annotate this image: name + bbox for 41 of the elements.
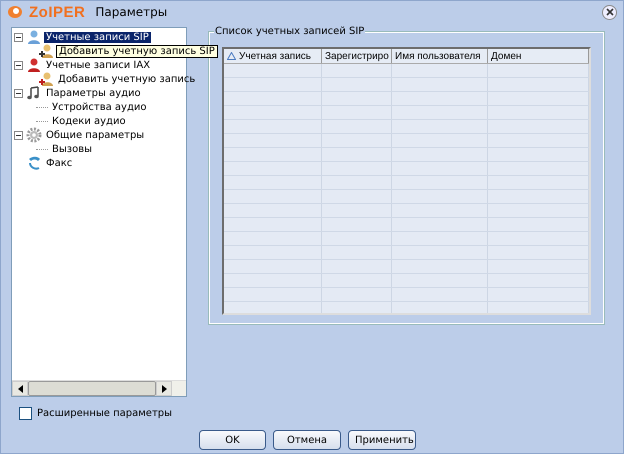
tree-item[interactable]: Общие параметры: [44, 130, 146, 140]
column-header[interactable]: Учетная запись: [224, 49, 322, 63]
scroll-right-icon[interactable]: [156, 381, 172, 396]
tree-item[interactable]: Параметры аудио: [44, 88, 143, 98]
checkbox[interactable]: [19, 407, 32, 420]
scrollbar-thumb[interactable]: [28, 381, 156, 396]
tree-item[interactable]: Учетные записи SIP: [44, 32, 151, 42]
collapse-icon[interactable]: [14, 130, 24, 140]
phone-icon: [26, 155, 42, 171]
gear-icon: [26, 127, 42, 143]
add-user-icon: [38, 71, 54, 87]
collapse-icon[interactable]: [14, 32, 24, 42]
collapse-icon[interactable]: [14, 88, 24, 98]
sort-icon: [227, 52, 236, 60]
tree-item[interactable]: Вызовы: [50, 144, 94, 154]
tree-item[interactable]: Устройства аудио: [50, 102, 148, 112]
collapse-icon[interactable]: [14, 60, 24, 70]
add-user-icon: [38, 43, 54, 59]
music-note-icon: [26, 85, 42, 101]
app-logo: ZoIPER: [29, 4, 86, 20]
user-icon: [26, 29, 42, 45]
tree-item[interactable]: Кодеки аудио: [50, 116, 128, 126]
tree-item[interactable]: Учетные записи IAX: [44, 60, 152, 70]
dialog-button[interactable]: Отмена: [273, 430, 341, 450]
dialog-button[interactable]: OK: [199, 430, 266, 450]
column-header[interactable]: Имя пользователя: [392, 49, 488, 63]
tree-item[interactable]: Факс: [44, 158, 74, 168]
horizontal-scrollbar[interactable]: [12, 380, 186, 396]
logo-icon: [7, 5, 23, 19]
window-title: Параметры: [95, 5, 168, 19]
scroll-left-icon[interactable]: [12, 381, 28, 396]
group-title: Список учетных записей SIP: [214, 26, 366, 37]
tooltip: Добавить учетную запись SIP: [56, 44, 218, 58]
column-header[interactable]: Зарегистриро: [322, 49, 392, 63]
checkbox-label: Расширенные параметры: [37, 408, 172, 419]
close-icon: [606, 8, 614, 16]
close-button[interactable]: [602, 4, 617, 20]
column-header[interactable]: Домен: [488, 49, 589, 63]
tree-item[interactable]: Добавить учетную запись: [56, 74, 198, 84]
user-icon: [26, 57, 42, 73]
dialog-button[interactable]: Применить: [348, 430, 416, 450]
